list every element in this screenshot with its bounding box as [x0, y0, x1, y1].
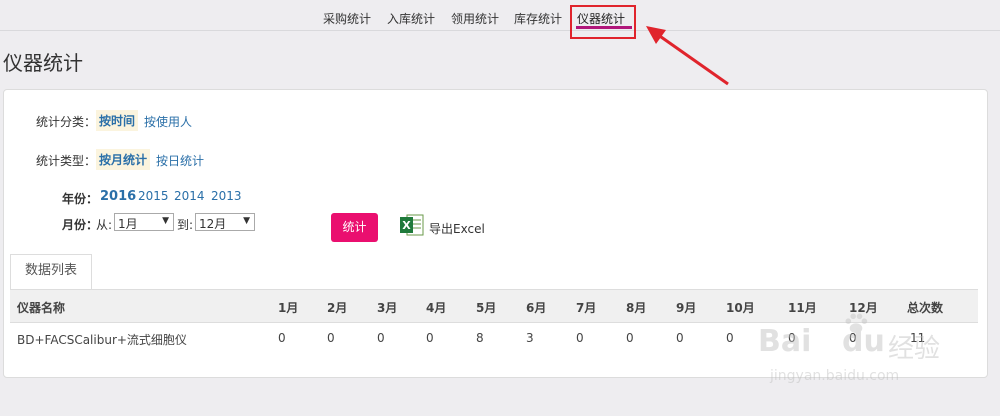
stat-button[interactable]: 统计: [331, 213, 378, 242]
header-month-9: 9月: [676, 301, 697, 315]
header-month-1: 1月: [278, 301, 299, 315]
header-month-5: 5月: [476, 301, 497, 315]
header-month-4: 4月: [426, 301, 447, 315]
type-option-monthly[interactable]: 按月统计: [96, 149, 151, 170]
cell-month-8: 0: [626, 331, 634, 345]
category-label: 统计分类：: [36, 115, 97, 129]
month-to-select[interactable]: 12月 ▼: [195, 213, 255, 231]
month-to-value: 12月: [199, 217, 227, 231]
category-option-by-time[interactable]: 按时间: [96, 110, 139, 131]
header-instrument-name: 仪器名称: [17, 301, 66, 315]
watermark-brand2: du: [842, 324, 885, 359]
header-month-7: 7月: [576, 301, 597, 315]
type-label: 统计类型：: [36, 154, 97, 168]
watermark-url: jingyan.baidu.com: [770, 368, 900, 384]
tab-data-list[interactable]: 数据列表: [10, 254, 92, 290]
cell-instrument-name: BD+FACSCalibur+流式细胞仪: [17, 333, 187, 347]
cell-month-5: 8: [476, 331, 484, 345]
category-option-by-user[interactable]: 按使用人: [144, 113, 192, 130]
year-option-2015[interactable]: 2015: [138, 189, 169, 203]
watermark-cn: 经验: [888, 334, 941, 364]
highlight-box: [570, 5, 636, 39]
month-from-value: 1月: [118, 217, 138, 231]
year-option-2013[interactable]: 2013: [211, 189, 242, 203]
cell-month-6: 3: [526, 331, 534, 345]
export-excel-label: 导出Excel: [429, 222, 485, 236]
header-total: 总次数: [907, 301, 944, 315]
cell-month-7: 0: [576, 331, 584, 345]
month-from-label: 从:: [96, 218, 113, 232]
cell-month-4: 0: [426, 331, 434, 345]
year-option-2016[interactable]: 2016: [100, 189, 136, 204]
watermark-brand: Bai: [758, 324, 812, 359]
top-nav: 采购统计 入库统计 领用统计 库存统计 仪器统计: [0, 0, 1000, 31]
month-from-select[interactable]: 1月 ▼: [114, 213, 174, 231]
year-option-2014[interactable]: 2014: [174, 189, 205, 203]
header-month-6: 6月: [526, 301, 547, 315]
cell-month-9: 0: [676, 331, 684, 345]
excel-icon: X: [400, 214, 424, 236]
chevron-down-icon: ▼: [162, 216, 169, 226]
header-month-3: 3月: [377, 301, 398, 315]
header-month-8: 8月: [626, 301, 647, 315]
type-option-daily[interactable]: 按日统计: [156, 152, 204, 169]
chevron-down-icon: ▼: [243, 216, 250, 226]
header-month-11: 11月: [788, 301, 817, 315]
cell-month-2: 0: [327, 331, 335, 345]
month-label: 月份：: [62, 218, 99, 232]
nav-usage-stats[interactable]: 领用统计: [451, 10, 499, 27]
year-label: 年份：: [62, 192, 99, 206]
nav-inbound-stats[interactable]: 入库统计: [387, 10, 435, 27]
nav-purchase-stats[interactable]: 采购统计: [323, 10, 371, 27]
svg-text:X: X: [402, 219, 411, 232]
header-month-2: 2月: [327, 301, 348, 315]
header-month-10: 10月: [726, 301, 755, 315]
nav-inventory-stats[interactable]: 库存统计: [514, 10, 562, 27]
red-arrow-annotation: [646, 26, 729, 86]
cell-month-3: 0: [377, 331, 385, 345]
page-title: 仪器统计: [3, 51, 83, 75]
cell-month-10: 0: [726, 331, 734, 345]
month-to-label: 到:: [177, 218, 194, 232]
baidu-watermark: Bai du 经验 jingyan.baidu.com: [758, 313, 968, 398]
cell-month-1: 0: [278, 331, 286, 345]
